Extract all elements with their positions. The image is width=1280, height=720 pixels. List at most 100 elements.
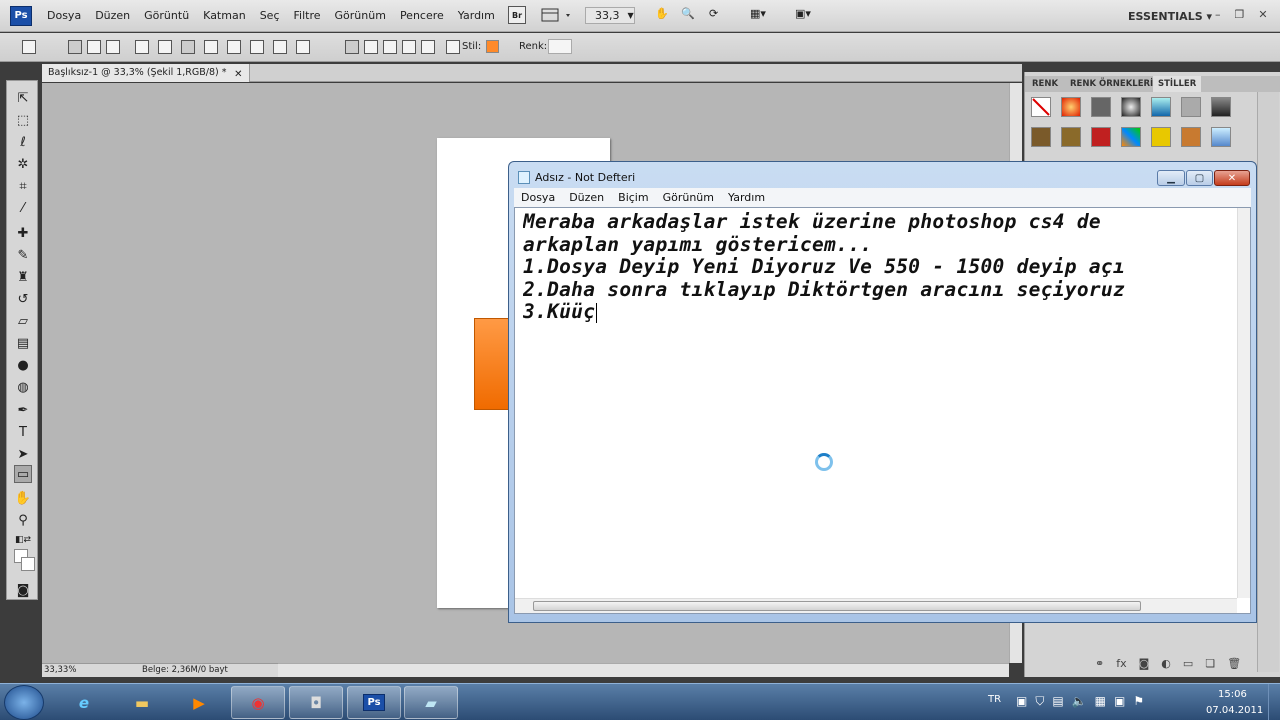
menu-sec[interactable]: Seç [253,9,287,22]
style-swatch[interactable] [1091,127,1111,147]
background-color[interactable] [21,557,35,571]
ellipse-icon[interactable] [227,40,241,54]
panel-scrollbar[interactable] [1257,92,1279,672]
screen-mode-icon[interactable]: ▣▾ [795,7,811,20]
np-menu-bicim[interactable]: Biçim [611,191,655,204]
default-colors-icon[interactable]: ◧⇄ [14,531,32,549]
fx-icon[interactable]: fx [1116,657,1126,670]
close-icon[interactable]: ✕ [1258,8,1267,21]
style-swatch[interactable] [1211,127,1231,147]
brush-tool-icon[interactable]: ✎ [14,246,32,264]
type-tool-icon[interactable]: T [14,423,32,441]
style-swatch[interactable] [1061,127,1081,147]
freeform-pen-icon[interactable] [158,40,172,54]
view-extras-button[interactable] [540,6,574,24]
menu-yardim[interactable]: Yardım [451,9,502,22]
taskbar-ie[interactable]: e [57,686,111,719]
path-selection-icon[interactable]: ➤ [14,445,32,463]
zoom-level-field[interactable]: 33,3 ▼ [585,7,635,24]
scrollbar-thumb[interactable] [533,601,1141,611]
link-icon[interactable] [446,40,460,54]
tab-renk[interactable]: RENK [1027,76,1063,92]
tray-grid-icon[interactable]: ▦ [1095,694,1106,709]
tray-flag-icon[interactable]: ⚑ [1133,694,1144,709]
hand-icon[interactable]: ✋ [14,489,32,507]
lasso-tool-icon[interactable]: ℓ [14,133,32,151]
color-swatch[interactable] [548,39,572,54]
style-swatch[interactable] [1121,127,1141,147]
start-button[interactable] [4,685,44,720]
style-swatch[interactable] [1061,97,1081,117]
document-tab[interactable]: Başlıksız-1 @ 33,3% (Şekil 1,RGB/8) * ✕ [42,64,250,82]
np-menu-duzen[interactable]: Düzen [562,191,611,204]
style-swatch[interactable] [1151,127,1171,147]
style-swatch[interactable] [486,40,499,53]
rectangle-shape-icon[interactable] [181,40,195,54]
menu-filtre[interactable]: Filtre [287,9,328,22]
magic-wand-icon[interactable]: ✲ [14,155,32,173]
fill-pixels-icon[interactable] [106,40,120,54]
taskbar-photoshop[interactable]: Ps [347,686,401,719]
tab-stiller[interactable]: STİLLER [1153,76,1202,92]
new-shape-layer-icon[interactable] [345,40,359,54]
add-to-shape-icon[interactable] [364,40,378,54]
np-menu-yardim[interactable]: Yardım [721,191,772,204]
clock-date[interactable]: 07.04.2011 [1206,705,1263,716]
paths-icon[interactable] [87,40,101,54]
gradient-tool-icon[interactable]: ▤ [14,334,32,352]
style-swatch[interactable] [1091,97,1111,117]
language-indicator[interactable]: TR [988,694,1001,705]
tray-app-icon[interactable]: ▣ [1016,694,1027,709]
pen-icon[interactable]: ✒ [14,401,32,419]
exclude-shape-icon[interactable] [421,40,435,54]
bridge-button[interactable]: Br [508,6,526,24]
tray-network-icon[interactable]: ▤ [1052,694,1063,709]
volume-icon[interactable]: 🔈 [1072,694,1087,709]
notepad-horizontal-scrollbar[interactable] [515,598,1237,613]
menu-dosya[interactable]: Dosya [40,9,88,22]
zoom-tool-icon[interactable]: 🔍 [681,7,695,20]
pen-tool-icon[interactable] [135,40,149,54]
minimize-icon[interactable]: – [1215,8,1221,21]
tray-shield-icon[interactable]: ⛉ [1035,694,1044,709]
taskbar-media-player[interactable]: ▶ [172,686,226,719]
line-icon[interactable] [273,40,287,54]
menu-duzen[interactable]: Düzen [88,9,137,22]
menu-gorunum[interactable]: Görünüm [328,9,393,22]
eraser-icon[interactable]: ▱ [14,312,32,330]
hand-tool-icon[interactable]: ✋ [655,7,669,20]
np-menu-gorunum[interactable]: Görünüm [656,191,721,204]
history-brush-icon[interactable]: ↺ [14,290,32,308]
intersect-shape-icon[interactable] [402,40,416,54]
tray-monitor-icon[interactable]: ▣ [1114,694,1125,709]
folder-icon[interactable]: ▭ [1183,657,1193,670]
style-swatch[interactable] [1211,97,1231,117]
rounded-rectangle-icon[interactable] [204,40,218,54]
rotate-view-icon[interactable]: ⟳ [709,7,718,20]
canvas-horizontal-scrollbar[interactable] [278,663,1009,677]
dodge-tool-icon[interactable]: ◍ [14,378,32,396]
rectangle-tool-icon[interactable]: ▭ [14,465,32,483]
tab-renk-ornekleri[interactable]: RENK ÖRNEKLERİ [1065,76,1158,92]
custom-shape-icon[interactable] [296,40,310,54]
eyedropper-icon[interactable]: ⁄ [14,199,32,217]
style-swatch[interactable] [1151,97,1171,117]
taskbar-camera[interactable]: ◘ [289,686,343,719]
style-swatch[interactable] [1181,97,1201,117]
taskbar-notepad[interactable]: ▰ [404,686,458,719]
restore-icon[interactable]: ❐ [1235,8,1245,21]
workspace-switcher[interactable]: ESSENTIALS ▾ [1128,10,1212,23]
zoom-icon[interactable]: ⚲ [14,511,32,529]
healing-brush-icon[interactable]: ✚ [14,224,32,242]
notepad-vertical-scrollbar[interactable] [1237,208,1250,598]
mask-icon[interactable]: ◙ [1139,657,1150,670]
marquee-tool-icon[interactable]: ⬚ [14,111,32,129]
style-swatch[interactable] [1031,127,1051,147]
subtract-shape-icon[interactable] [383,40,397,54]
menu-pencere[interactable]: Pencere [393,9,451,22]
show-desktop-button[interactable] [1268,684,1280,720]
arrange-documents-icon[interactable]: ▦▾ [750,7,766,20]
trash-icon[interactable]: 🗑 [1227,657,1241,670]
tool-preset-icon[interactable] [22,40,36,54]
close-icon[interactable]: ✕ [234,66,242,84]
